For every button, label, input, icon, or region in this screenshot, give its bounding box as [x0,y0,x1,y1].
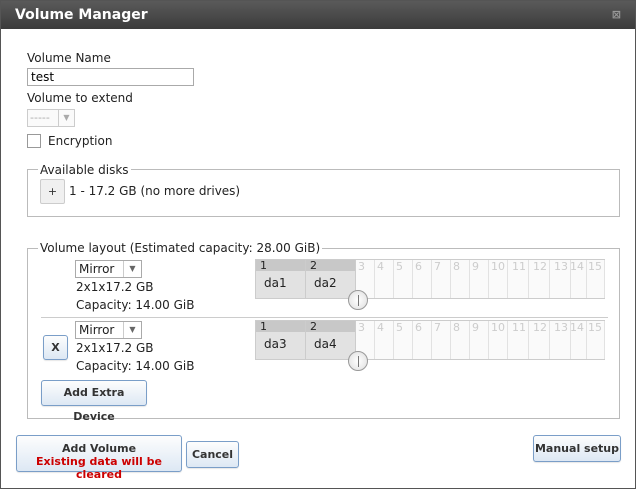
disk-da1: da1 [264,276,287,290]
chevron-down-icon: ▼ [123,261,141,277]
volume-layout-legend: Volume layout (Estimated capacity: 28.00… [38,241,323,255]
add-volume-button[interactable]: Add Volume Existing data will be cleared [16,435,182,481]
slot-number: 11 [510,321,529,359]
add-disk-button[interactable]: + [40,179,65,204]
slot-number: 4 [375,321,394,359]
add-volume-label: Add Volume [61,442,137,455]
available-disk-entry: 1 - 17.2 GB (no more drives) [69,184,241,198]
close-icon[interactable]: ⊠ [612,8,621,21]
dialog-title: Volume Manager [15,7,148,23]
disk-da3: da3 [264,337,287,351]
group-1-capacity: Capacity: 14.00 GiB [76,298,195,312]
slot-number: 7 [432,260,451,298]
group-2-capacity: Capacity: 14.00 GiB [76,359,195,373]
slot-number: 14 [568,321,587,359]
slot-number: 5 [394,321,413,359]
slot-number: 4 [375,260,394,298]
slot-number: 14 [568,260,587,298]
slot-number: 11 [510,260,529,298]
slot-number: 15 [586,260,605,298]
slot-number: 15 [586,321,605,359]
group-2-slot-2: 2 da4 [306,321,356,359]
group-2-disk-grid[interactable]: 1 da3 2 da4 3 4 5 6 7 8 9 10 11 12 13 14… [255,320,605,360]
slot-number: 8 [451,260,470,298]
slot-number: 7 [432,321,451,359]
slot-number: 10 [489,260,508,298]
dialog-titlebar[interactable]: Volume Manager ⊠ [1,1,635,29]
add-extra-device-button[interactable]: Add Extra Device [41,380,147,423]
volume-extend-select[interactable]: ----- ▼ [27,109,75,127]
volume-name-label: Volume Name [27,51,111,65]
group-2-config: 2x1x17.2 GB [76,341,154,355]
group-2-resize-handle[interactable] [348,351,368,371]
volume-name-input[interactable] [27,68,194,86]
chevron-down-icon: ▼ [58,110,74,126]
encryption-label: Encryption [48,134,113,148]
group-separator [41,317,608,318]
volume-manager-dialog: Volume Manager ⊠ Volume Name Volume to e… [0,0,636,489]
slot-number: 10 [489,321,508,359]
remove-group-button[interactable]: X [43,335,68,360]
disk-da2: da2 [314,276,337,290]
slot-number: 8 [451,321,470,359]
disk-da4: da4 [314,337,337,351]
slot-number: 12 [531,321,550,359]
group-1-slot-1: 1 da1 [256,260,306,298]
manual-setup-button[interactable]: Manual setup [533,435,621,462]
slot-number: 6 [413,321,432,359]
group-1-resize-handle[interactable] [348,290,368,310]
chevron-down-icon: ▼ [123,322,141,338]
group-1-config: 2x1x17.2 GB [76,280,154,294]
group-1-mode-value: Mirror [79,262,115,276]
volume-extend-label: Volume to extend [27,91,133,105]
volume-extend-value: ----- [30,111,50,124]
add-volume-warning: Existing data will be cleared [36,455,162,481]
cancel-button[interactable]: Cancel [186,441,239,468]
encryption-checkbox[interactable] [27,134,41,148]
slot-number: 9 [470,321,489,359]
group-2-mode-value: Mirror [79,323,115,337]
group-2-slot-1: 1 da3 [256,321,306,359]
group-1-disk-grid[interactable]: 1 da1 2 da2 3 4 5 6 7 8 9 10 11 12 13 14… [255,259,605,299]
slot-number: 6 [413,260,432,298]
slot-number: 9 [470,260,489,298]
group-1-mode-select[interactable]: Mirror ▼ [75,260,142,278]
slot-number: 5 [394,260,413,298]
group-2-mode-select[interactable]: Mirror ▼ [75,321,142,339]
available-disks-legend: Available disks [38,163,131,177]
slot-number: 12 [531,260,550,298]
group-1-slot-2: 2 da2 [306,260,356,298]
